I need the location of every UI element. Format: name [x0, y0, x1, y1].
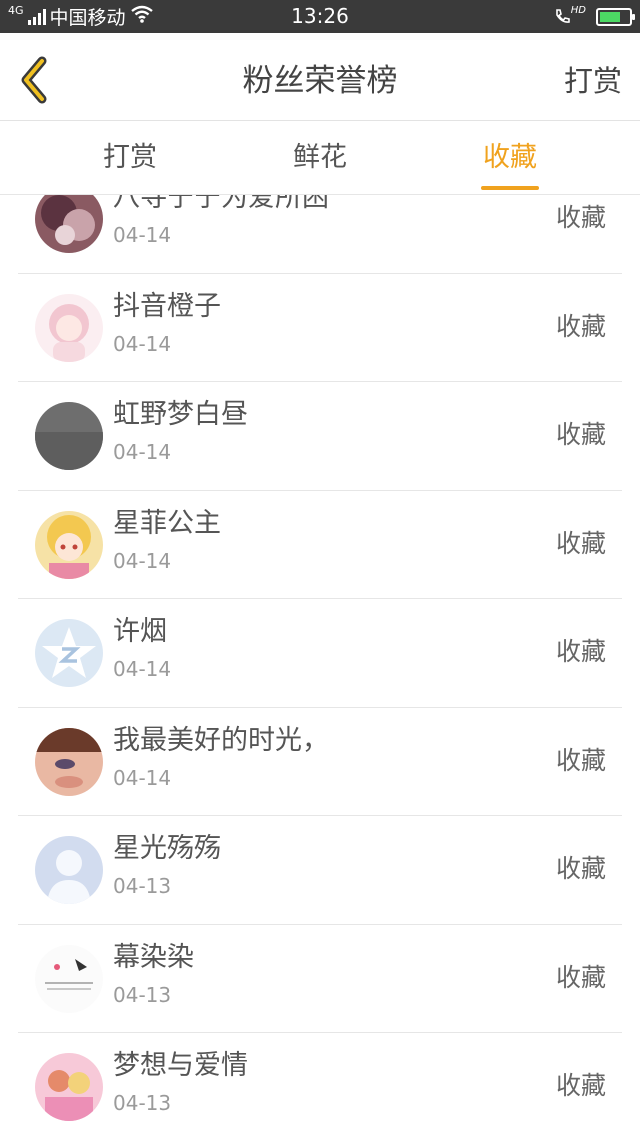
active-tab-indicator	[481, 186, 539, 190]
status-right: HD	[553, 4, 635, 29]
list-item[interactable]: 星光殇殇 04-13 收藏	[18, 816, 622, 925]
fan-date: 04-13	[113, 1091, 172, 1115]
avatar	[35, 727, 103, 796]
fan-action: 收藏	[555, 854, 606, 883]
list-item[interactable]: 许烟 04-14 收藏	[18, 599, 622, 708]
fan-date: 04-14	[113, 331, 172, 356]
header: 粉丝荣誉榜 打赏	[0, 33, 640, 121]
hd-call-icon: HD	[553, 5, 586, 26]
hd-label: HD	[570, 5, 586, 16]
status-bar: 4G 中国移动 13:26 HD	[0, 0, 640, 33]
list-item[interactable]: 星菲公主 04-14 收藏	[18, 491, 622, 599]
fan-action: 收藏	[555, 311, 606, 341]
fan-action: 收藏	[555, 1071, 606, 1100]
tab-flowers[interactable]: 鲜花	[260, 121, 380, 195]
battery-level	[600, 11, 620, 22]
fan-date: 04-13	[113, 874, 172, 898]
fan-name: 我最美好的时光，	[113, 724, 329, 756]
fan-name: 抖音橙子	[113, 290, 221, 322]
tab-collect[interactable]: 收藏	[450, 121, 570, 195]
chevron-left-icon	[14, 56, 58, 109]
fan-date: 04-14	[113, 223, 172, 247]
tab-bar: 打赏 鲜花 收藏	[0, 121, 640, 195]
fan-action: 收藏	[555, 528, 606, 558]
reward-button[interactable]: 打赏	[564, 61, 622, 101]
fan-action: 收藏	[555, 637, 606, 666]
fan-name: 幕染染	[113, 941, 194, 973]
avatar	[35, 402, 103, 470]
page-title: 粉丝荣誉榜	[242, 63, 398, 99]
fan-date: 04-14	[113, 440, 172, 464]
fan-name: 梦想与爱情	[113, 1050, 248, 1081]
list-item[interactable]: 八寻宁宁为爱所困 04-14 收藏	[18, 195, 622, 274]
tab-label: 鲜花	[293, 142, 347, 173]
fan-name: 许烟	[113, 616, 167, 647]
fan-name: 星光殇殇	[113, 833, 221, 864]
tab-label: 打赏	[103, 142, 157, 173]
avatar	[35, 293, 103, 362]
fan-date: 04-14	[113, 548, 172, 573]
avatar	[35, 195, 103, 253]
list-item[interactable]: 梦想与爱情 04-13 收藏	[18, 1033, 622, 1138]
fan-list[interactable]: 八寻宁宁为爱所困 04-14 收藏 抖音橙子 04-14 收藏 虹野梦白昼 04…	[0, 195, 640, 1138]
tab-label: 收藏	[483, 142, 537, 173]
list-item[interactable]: 抖音橙子 04-14 收藏	[18, 274, 622, 382]
fan-date: 04-14	[113, 765, 172, 790]
fan-name: 八寻宁宁为爱所困	[113, 195, 329, 213]
back-button[interactable]	[14, 55, 58, 105]
list-item[interactable]: 我最美好的时光， 04-14 收藏	[18, 708, 622, 816]
fan-action: 收藏	[555, 745, 606, 775]
status-time: 13:26	[291, 4, 349, 28]
fan-name: 星菲公主	[113, 507, 221, 539]
avatar	[35, 836, 103, 904]
list-item[interactable]: 幕染染 04-13 收藏	[18, 925, 622, 1033]
battery-icon	[596, 7, 635, 26]
fan-date: 04-13	[113, 982, 172, 1007]
fan-name: 虹野梦白昼	[113, 399, 248, 430]
tab-reward[interactable]: 打赏	[70, 121, 190, 195]
fan-action: 收藏	[555, 962, 606, 992]
avatar	[35, 619, 103, 687]
fan-action: 收藏	[555, 420, 606, 449]
fan-date: 04-14	[113, 657, 172, 681]
fan-action: 收藏	[555, 203, 606, 232]
avatar	[35, 1053, 103, 1121]
avatar	[35, 510, 103, 579]
avatar	[35, 944, 103, 1013]
list-item[interactable]: 虹野梦白昼 04-14 收藏	[18, 382, 622, 491]
